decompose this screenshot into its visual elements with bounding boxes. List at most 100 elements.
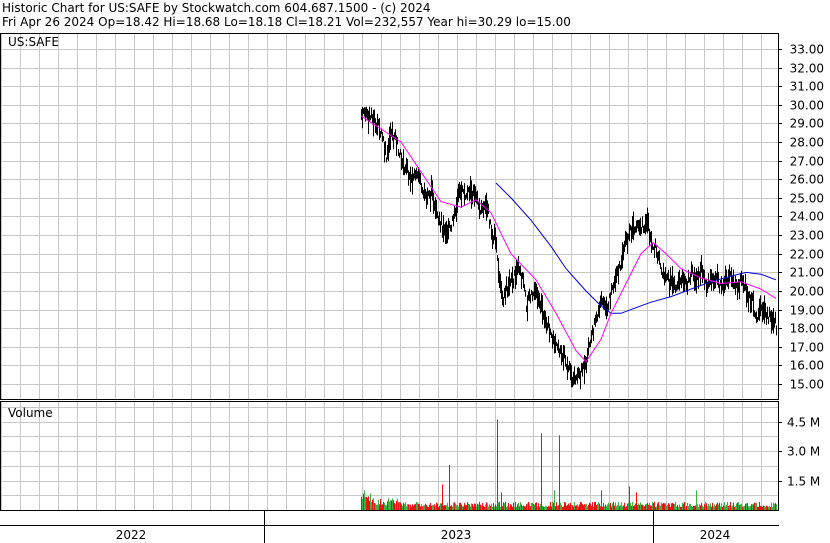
volume-bar — [742, 506, 743, 510]
volume-bar — [659, 504, 660, 510]
volume-bar — [422, 506, 423, 510]
volume-bar — [582, 504, 583, 510]
volume-bar — [644, 506, 645, 510]
volume-bar — [635, 503, 636, 510]
volume-bar — [695, 505, 696, 510]
volume-bar — [614, 505, 615, 510]
volume-bar — [748, 506, 749, 510]
volume-bar — [608, 502, 609, 510]
price-tick-label: 18.00 — [790, 322, 824, 336]
volume-bar — [690, 504, 691, 510]
volume-bar — [607, 504, 608, 510]
volume-bar — [575, 505, 576, 510]
volume-bar — [553, 502, 554, 510]
volume-bar — [753, 504, 754, 510]
volume-bar — [573, 506, 574, 510]
volume-bar — [403, 502, 404, 510]
price-tick-label: 23.00 — [790, 229, 824, 243]
volume-bar — [670, 506, 671, 510]
volume-bar — [409, 505, 410, 510]
volume-bar — [736, 503, 737, 510]
volume-bar — [498, 502, 499, 510]
volume-bar — [606, 506, 607, 510]
volume-bar — [387, 501, 388, 510]
volume-bar — [733, 502, 734, 510]
volume-bar — [668, 503, 669, 510]
volume-bar — [370, 493, 371, 510]
volume-bar — [457, 504, 458, 510]
volume-bar — [669, 504, 670, 510]
volume-bar — [472, 503, 473, 510]
volume-bar — [507, 506, 508, 510]
volume-bar — [758, 506, 759, 510]
volume-bar — [442, 484, 443, 510]
volume-bar — [394, 503, 395, 510]
volume-bar — [697, 504, 698, 510]
volume-bar — [626, 506, 627, 510]
volume-bar — [439, 505, 440, 510]
volume-bar — [398, 502, 399, 510]
volume-bar — [750, 506, 751, 510]
volume-bar — [487, 503, 488, 510]
volume-bar — [691, 505, 692, 510]
volume-bar — [397, 498, 398, 510]
volume-bar — [425, 503, 426, 510]
volume-bar — [531, 502, 532, 510]
price-tick-label: 17.00 — [790, 341, 824, 355]
volume-bar — [508, 503, 509, 510]
volume-bar — [450, 505, 451, 510]
volume-bar — [545, 505, 546, 510]
volume-bar — [463, 506, 464, 510]
volume-bar — [431, 505, 432, 510]
volume-bar — [774, 503, 775, 510]
volume-bar — [533, 503, 534, 510]
volume-bar — [479, 501, 480, 510]
volume-bar — [752, 504, 753, 510]
volume-bar — [413, 505, 414, 510]
volume-bar — [540, 503, 541, 510]
volume-bar — [521, 504, 522, 510]
volume-bar — [579, 504, 580, 510]
volume-bar — [480, 504, 481, 510]
volume-bar — [713, 506, 714, 510]
volume-bar — [435, 505, 436, 510]
volume-bar — [445, 505, 446, 510]
moving-average-short-line — [360, 115, 777, 363]
price-tick-label: 21.00 — [790, 266, 824, 280]
volume-bar — [584, 504, 585, 510]
volume-bar — [476, 506, 477, 510]
volume-bar — [650, 505, 651, 510]
price-tick-label: 25.00 — [790, 192, 824, 206]
volume-bar — [598, 502, 599, 510]
volume-bar — [655, 507, 656, 510]
price-tick-label: 32.00 — [790, 62, 824, 76]
volume-bar — [547, 506, 548, 510]
volume-bar — [653, 503, 654, 510]
volume-bar — [494, 506, 495, 510]
volume-bar — [512, 506, 513, 510]
volume-bar — [551, 506, 552, 510]
volume-bar — [741, 503, 742, 510]
volume-bar — [600, 506, 601, 510]
volume-bar — [592, 502, 593, 510]
volume-bar — [646, 504, 647, 510]
volume-bar — [385, 504, 386, 510]
volume-bar — [406, 506, 407, 510]
volume-bar — [707, 506, 708, 510]
year-label-2023: 2023 — [441, 528, 472, 542]
volume-bar — [760, 505, 761, 510]
volume-bar — [456, 505, 457, 510]
volume-bar — [704, 504, 705, 510]
volume-bar — [715, 506, 716, 510]
volume-bar — [392, 498, 393, 510]
volume-bar — [511, 504, 512, 510]
volume-bar — [621, 502, 622, 510]
volume-bar — [451, 505, 452, 510]
volume-bar — [762, 506, 763, 510]
volume-bar — [652, 502, 653, 510]
volume-bar — [763, 505, 764, 510]
volume-bar — [460, 502, 461, 510]
volume-bar — [675, 502, 676, 510]
price-gridlines — [1, 34, 778, 399]
volume-bar — [556, 502, 557, 510]
